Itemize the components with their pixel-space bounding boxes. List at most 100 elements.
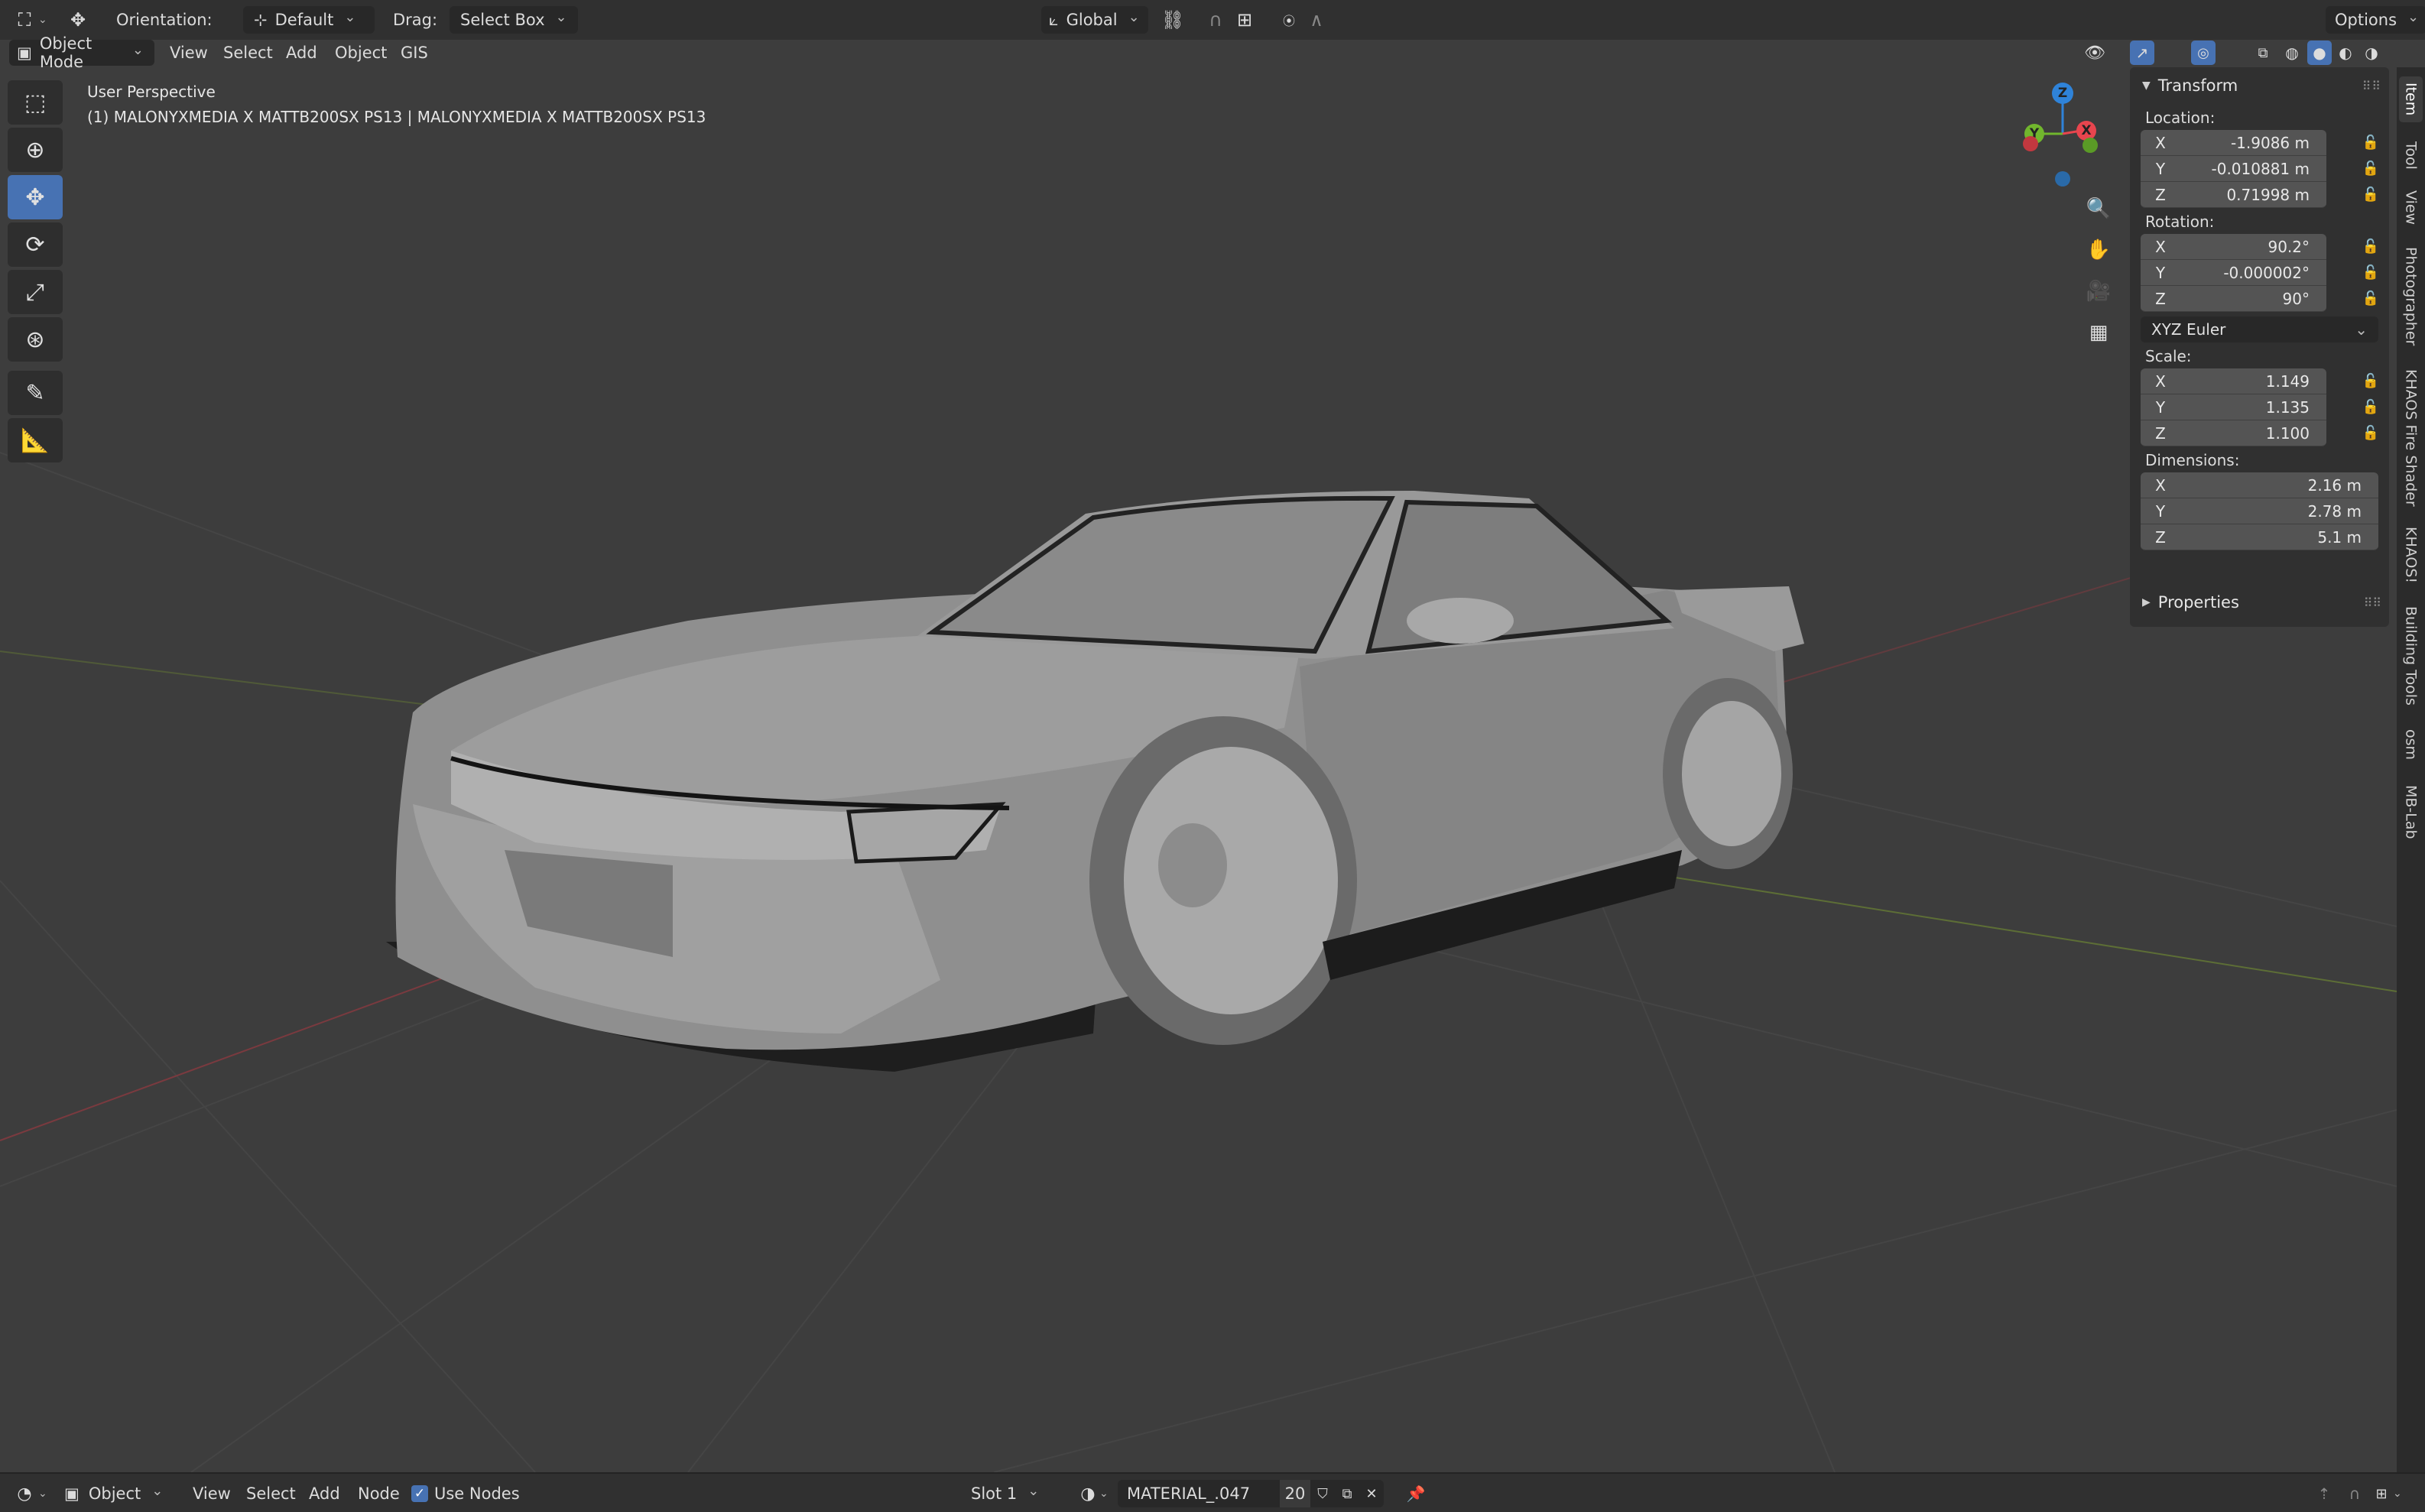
scale-y-field[interactable]: Y 1.135 🔓 (2141, 394, 2379, 420)
move-tool[interactable]: ✥ (8, 175, 63, 219)
material-browse-button[interactable]: ◑ ⌄ (1076, 1480, 1108, 1507)
rendered-sphere-icon: ◑ (2365, 44, 2378, 62)
mode-dropdown[interactable]: ▣ Object Mode (9, 34, 154, 71)
shading-solid[interactable]: ● (2307, 40, 2332, 66)
move-gizmo-button[interactable]: ✥ (64, 6, 92, 34)
menu-gis[interactable]: GIS (401, 40, 428, 66)
scale-tool[interactable]: ⤢ (8, 270, 63, 314)
location-x-field[interactable]: X -1.9086 m 🔓 (2141, 130, 2379, 156)
menu-select[interactable]: Select (223, 40, 273, 66)
gizmo-neg-y[interactable] (2083, 138, 2098, 153)
dimensions-z-field[interactable]: Z 5.1 m (2141, 524, 2378, 550)
car-model[interactable] (386, 491, 1804, 1072)
menu-object[interactable]: Object (335, 40, 387, 66)
3d-viewport[interactable] (0, 40, 2397, 1472)
tab-item[interactable]: Item (2399, 76, 2423, 122)
navigation-gizmo[interactable]: Z Y X (2003, 76, 2098, 199)
lock-icon[interactable]: 🔓 (2359, 157, 2382, 180)
material-name-field[interactable]: MATERIAL_.047 (1118, 1480, 1280, 1507)
menu-view[interactable]: View (170, 40, 208, 66)
drag-grip-icon[interactable]: ⠿⠿ (2362, 79, 2381, 93)
lock-icon[interactable]: 🔓 (2359, 370, 2382, 393)
tab-khaos[interactable]: KHAOS! (2399, 524, 2423, 586)
parent-node-tree-button[interactable]: ⇡ (2310, 1480, 2338, 1507)
measure-tool[interactable]: 📐 (8, 418, 63, 462)
tab-osm[interactable]: osm (2399, 723, 2423, 766)
location-y-field[interactable]: Y -0.010881 m 🔓 (2141, 156, 2379, 182)
node-menu-view[interactable]: View (193, 1480, 231, 1507)
lock-icon[interactable]: 🔓 (2359, 396, 2382, 419)
zoom-button[interactable]: 🔍 (2081, 191, 2116, 226)
material-users-count[interactable]: 20 (1280, 1480, 1310, 1507)
snap-node-dropdown[interactable]: ⊞ ⌄ (2370, 1480, 2401, 1507)
rotation-x-field[interactable]: X 90.2° 🔓 (2141, 234, 2379, 260)
pin-button[interactable]: 📌 (1402, 1480, 1430, 1507)
orientation-dropdown[interactable]: ⊹ Default (243, 6, 375, 34)
shader-type-dropdown[interactable]: ▣ Object (58, 1480, 177, 1507)
transform-orientation-dropdown[interactable]: ⟀ Global (1041, 6, 1148, 34)
rotation-mode-dropdown[interactable]: XYZ Euler ⌄ (2141, 316, 2378, 342)
falloff-dropdown[interactable]: ∧ (1303, 6, 1330, 34)
gizmo-neg-x[interactable] (2023, 136, 2038, 151)
properties-panel-header[interactable]: ▶ Properties ⠿⠿ (2130, 584, 2389, 621)
duplicate-material-button[interactable]: ⧉ (1335, 1480, 1359, 1507)
menu-add[interactable]: Add (286, 40, 317, 66)
select-box-tool[interactable]: ⬚ (8, 80, 63, 125)
pivot-point-button[interactable]: ⛓ (1159, 6, 1187, 34)
node-menu-add[interactable]: Add (309, 1480, 340, 1507)
unlink-material-button[interactable]: ✕ (1359, 1480, 1384, 1507)
location-label: Location: (2145, 109, 2216, 127)
scale-x-field[interactable]: X 1.149 🔓 (2141, 368, 2379, 394)
tab-khaos-fire-shader[interactable]: KHAOS Fire Shader (2399, 365, 2423, 511)
drag-grip-icon[interactable]: ⠿⠿ (2364, 595, 2381, 610)
tab-view[interactable]: View (2399, 187, 2423, 229)
slot-dropdown[interactable]: Slot 1 (960, 1480, 1069, 1507)
node-editor-type-button[interactable]: ◔ ⌄ (11, 1480, 47, 1507)
tab-building-tools[interactable]: Building Tools (2399, 602, 2423, 709)
lock-icon[interactable]: 🔓 (2359, 422, 2382, 445)
xray-toggle[interactable]: ⧉ (2249, 40, 2277, 66)
tab-mb-lab[interactable]: MB-Lab (2399, 781, 2423, 842)
shading-rendered[interactable]: ◑ (2359, 40, 2384, 66)
snap-toggle-node[interactable]: ∩ (2341, 1480, 2368, 1507)
snap-toggle[interactable]: ∩ (1202, 6, 1229, 34)
drag-dropdown[interactable]: Select Box (450, 6, 578, 34)
dimensions-x-field[interactable]: X 2.16 m (2141, 472, 2378, 498)
transform-tool[interactable]: ⊛ (8, 317, 63, 362)
node-menu-select[interactable]: Select (246, 1480, 296, 1507)
scale-z-field[interactable]: Z 1.100 🔓 (2141, 420, 2379, 446)
gizmo-neg-z[interactable] (2055, 171, 2070, 187)
transform-panel-header[interactable]: ▼ Transform ⠿⠿ (2130, 67, 2389, 104)
rotation-z-field[interactable]: Z 90° 🔓 (2141, 286, 2379, 312)
pan-button[interactable]: ✋ (2081, 232, 2116, 268)
rotate-tool[interactable]: ⟳ (8, 222, 63, 267)
fake-user-button[interactable]: ⛉ (1310, 1480, 1335, 1507)
proportional-edit-toggle[interactable]: ⦿ (1275, 6, 1303, 34)
camera-view-button[interactable]: 🎥 (2081, 274, 2116, 309)
location-z-field[interactable]: Z 0.71998 m 🔓 (2141, 182, 2379, 208)
overlays-toggle[interactable]: ◎ (2191, 40, 2216, 66)
editor-type-button[interactable]: ⛶ ⌄ (11, 6, 47, 34)
shading-wireframe[interactable]: ◍ (2280, 40, 2304, 66)
lock-icon[interactable]: 🔓 (2359, 287, 2382, 310)
lock-icon[interactable]: 🔓 (2359, 261, 2382, 284)
xray-icon: ⧉ (2258, 44, 2268, 61)
visibility-dropdown[interactable]: 👁 (2081, 40, 2108, 66)
snap-target-dropdown[interactable]: ⊞ (1231, 6, 1258, 34)
node-menu-node[interactable]: Node (358, 1480, 400, 1507)
perspective-toggle-button[interactable]: ▦ (2081, 315, 2116, 350)
use-nodes-checkbox[interactable]: ✓ Use Nodes (411, 1480, 520, 1507)
cursor-tool[interactable]: ⊕ (8, 128, 63, 172)
tab-photographer[interactable]: Photographer (2399, 243, 2423, 350)
tab-tool[interactable]: Tool (2399, 135, 2423, 176)
lock-icon[interactable]: 🔓 (2359, 183, 2382, 206)
shading-material[interactable]: ◐ (2333, 40, 2358, 66)
gizmo-z-axis[interactable]: Z (2052, 83, 2073, 104)
lock-icon[interactable]: 🔓 (2359, 131, 2382, 154)
gizmo-toggle[interactable]: ↗ (2130, 40, 2154, 66)
rotation-y-field[interactable]: Y -0.000002° 🔓 (2141, 260, 2379, 286)
annotate-tool[interactable]: ✎ (8, 371, 63, 415)
dimensions-y-field[interactable]: Y 2.78 m (2141, 498, 2378, 524)
options-dropdown[interactable]: Options (2326, 6, 2425, 34)
lock-icon[interactable]: 🔓 (2359, 235, 2382, 258)
